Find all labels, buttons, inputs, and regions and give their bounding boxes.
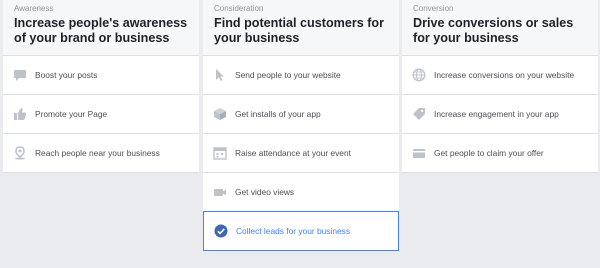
cursor-icon: [213, 68, 227, 82]
objective-app-engagement[interactable]: Increase engagement in your app: [402, 95, 598, 134]
checkmark-circle-icon: [214, 224, 228, 238]
objective-boost-posts[interactable]: Boost your posts: [3, 56, 199, 95]
speech-bubble-icon: [13, 68, 27, 82]
objective-label: Raise attendance at your event: [235, 148, 351, 158]
objective-label: Promote your Page: [35, 109, 108, 119]
consideration-header: Consideration Find potential customers f…: [203, 0, 399, 56]
objective-label: Get installs of your app: [235, 109, 321, 119]
objective-label: Get people to claim your offer: [434, 148, 544, 158]
location-pin-icon: [13, 146, 27, 160]
objective-video-views[interactable]: Get video views: [203, 173, 399, 212]
conversion-header: Conversion Drive conversions or sales fo…: [402, 0, 598, 56]
column-eyebrow: Conversion: [413, 4, 454, 13]
thumbs-up-icon: [13, 107, 27, 121]
awareness-column: Awareness Increase people's awareness of…: [3, 0, 199, 173]
objective-label: Increase conversions on your website: [434, 70, 575, 80]
awareness-header: Awareness Increase people's awareness of…: [3, 0, 199, 56]
video-camera-icon: [213, 185, 227, 199]
column-eyebrow: Consideration: [214, 4, 264, 13]
objective-label: Boost your posts: [35, 70, 98, 80]
objective-website-traffic[interactable]: Send people to your website: [203, 56, 399, 95]
column-heading: Drive conversions or sales for your busi…: [413, 16, 574, 45]
objective-label: Get video views: [235, 187, 295, 197]
consideration-column: Consideration Find potential customers f…: [203, 0, 399, 251]
objective-website-conversions[interactable]: Increase conversions on your website: [402, 56, 598, 95]
objective-offer-claims[interactable]: Get people to claim your offer: [402, 134, 598, 173]
tag-icon: [412, 107, 426, 121]
objective-local-reach[interactable]: Reach people near your business: [3, 134, 199, 173]
conversion-column: Conversion Drive conversions or sales fo…: [402, 0, 598, 173]
objective-promote-page[interactable]: Promote your Page: [3, 95, 199, 134]
objective-event-responses[interactable]: Raise attendance at your event: [203, 134, 399, 173]
objective-label: Increase engagement in your app: [434, 109, 559, 119]
offer-card-icon: [412, 146, 426, 160]
column-heading: Find potential customers for your busine…: [214, 16, 385, 45]
column-eyebrow: Awareness: [14, 4, 54, 13]
column-heading: Increase people's awareness of your bran…: [14, 16, 188, 45]
calendar-icon: [213, 146, 227, 160]
objective-lead-generation[interactable]: Collect leads for your business: [203, 211, 399, 251]
globe-icon: [412, 68, 426, 82]
cube-icon: [213, 107, 227, 121]
objective-label: Reach people near your business: [35, 148, 160, 158]
objective-label: Send people to your website: [235, 70, 341, 80]
objective-label: Collect leads for your business: [236, 226, 351, 236]
objective-app-installs[interactable]: Get installs of your app: [203, 95, 399, 134]
